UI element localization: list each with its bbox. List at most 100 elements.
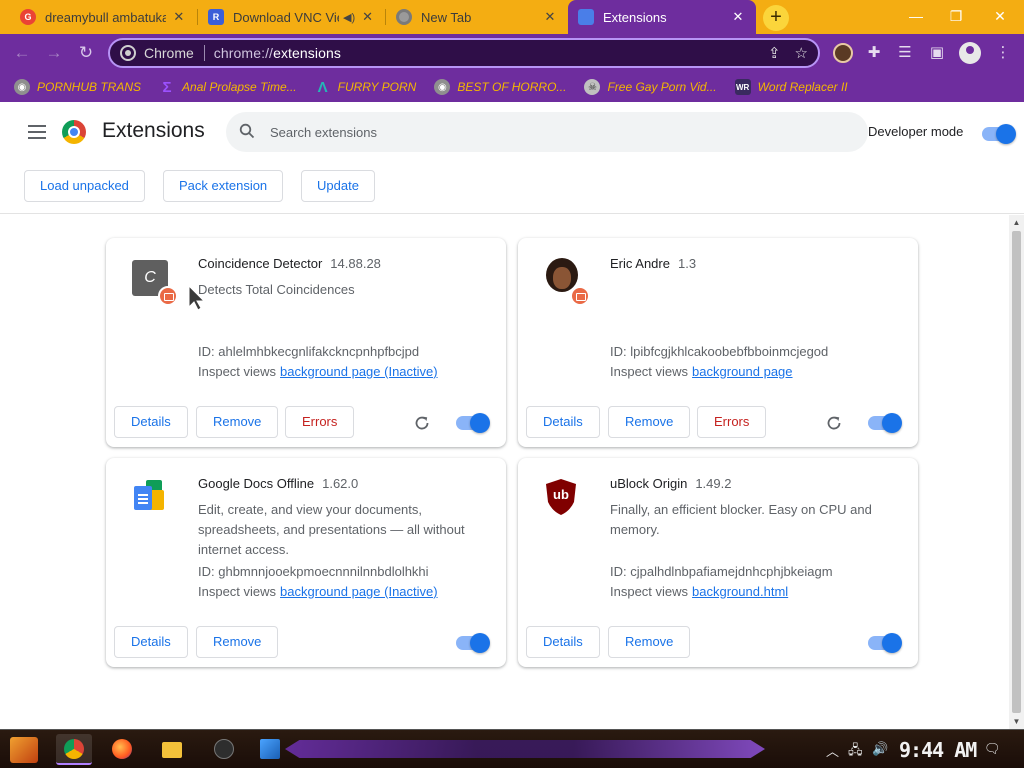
- load-unpacked-button[interactable]: Load unpacked: [24, 170, 145, 202]
- inspect-link[interactable]: background.html: [692, 584, 788, 599]
- forward-icon[interactable]: →: [42, 41, 66, 65]
- close-tab-icon[interactable]: ✕: [172, 9, 186, 25]
- close-window-icon[interactable]: ✕: [990, 6, 1010, 26]
- details-button[interactable]: Details: [114, 626, 188, 658]
- notification-icon[interactable]: 🗨: [984, 741, 1001, 757]
- extension-avatar-icon[interactable]: [833, 43, 853, 63]
- reload-extension-icon[interactable]: [825, 414, 843, 432]
- bookmark-label: PORNHUB TRANS: [37, 80, 142, 94]
- extension-icon-wrap: [544, 258, 590, 306]
- hamburger-menu-icon[interactable]: [28, 125, 46, 139]
- reading-list-icon[interactable]: ☰: [895, 43, 915, 63]
- scroll-thumb[interactable]: [1012, 231, 1021, 713]
- pack-extension-button[interactable]: Pack extension: [163, 170, 284, 202]
- remove-button[interactable]: Remove: [196, 626, 279, 658]
- new-tab-button[interactable]: +: [763, 5, 789, 31]
- audio-playing-icon[interactable]: ◀): [343, 11, 355, 24]
- details-button[interactable]: Details: [114, 406, 188, 438]
- tab-download-vnc[interactable]: R Download VNC Viewer ◀) ✕: [198, 0, 384, 34]
- remove-button[interactable]: Remove: [608, 406, 691, 438]
- extension-id: ID: cjpalhdlnbpafiamejdnhcphjbkeiagm: [610, 564, 833, 579]
- bookmark-item[interactable]: ☠ Free Gay Porn Vid...: [584, 79, 717, 95]
- developer-mode-toggle[interactable]: [982, 124, 1016, 144]
- extensions-header: Extensions Developer mode Load unpacked …: [0, 102, 1024, 214]
- taskbar-app[interactable]: [206, 734, 242, 765]
- details-button[interactable]: Details: [526, 626, 600, 658]
- enable-toggle[interactable]: [456, 633, 490, 653]
- taskbar-clock[interactable]: 9:44 AM: [899, 738, 977, 762]
- errors-button[interactable]: Errors: [285, 406, 355, 438]
- bookmark-label: BEST OF HORRO...: [457, 80, 567, 94]
- remove-button[interactable]: Remove: [196, 406, 279, 438]
- site-chip: Chrome: [144, 45, 194, 61]
- reload-icon[interactable]: ↻: [74, 41, 98, 65]
- minimize-icon[interactable]: —: [906, 6, 926, 26]
- tab-dreamybull[interactable]: G dreamybull ambatukam ✕: [10, 0, 196, 34]
- menu-kebab-icon[interactable]: ⋮: [993, 43, 1013, 63]
- enable-toggle[interactable]: [868, 413, 902, 433]
- tab-extensions[interactable]: Extensions ✕: [568, 0, 756, 34]
- extension-version: 14.88.28: [330, 256, 381, 271]
- tab-title: Download VNC Viewer: [233, 9, 339, 25]
- taskbar-firefox[interactable]: [104, 734, 140, 765]
- docs-lines: [138, 494, 148, 496]
- vertical-scrollbar[interactable]: ▲ ▼: [1009, 215, 1024, 729]
- extension-card-coincidence-detector: C Coincidence Detector 14.88.28 Detects T…: [106, 238, 506, 447]
- reload-extension-icon[interactable]: [413, 414, 431, 432]
- profile-avatar-icon[interactable]: [959, 42, 981, 64]
- globe-icon: ◉: [14, 79, 30, 95]
- taskbar-file-explorer[interactable]: [154, 734, 190, 765]
- close-tab-icon[interactable]: ✕: [542, 9, 558, 25]
- extension-name: Eric Andre 1.3: [610, 256, 696, 271]
- details-button[interactable]: Details: [526, 406, 600, 438]
- taskbar-network-app[interactable]: [252, 734, 288, 765]
- tray-chevron-icon[interactable]: ︿: [826, 741, 839, 760]
- enable-toggle[interactable]: [868, 633, 902, 653]
- update-button[interactable]: Update: [301, 170, 375, 202]
- close-tab-icon[interactable]: ✕: [730, 9, 746, 25]
- close-tab-icon[interactable]: ✕: [361, 9, 374, 25]
- id-value: ghbmnnjooekpmoecnnnilnnbdlolhkhi: [218, 564, 429, 579]
- bookmark-item[interactable]: WR Word Replacer II: [734, 79, 848, 95]
- remove-button[interactable]: Remove: [608, 626, 691, 658]
- extensions-puzzle-icon[interactable]: ✚: [864, 43, 884, 63]
- inspect-link[interactable]: background page: [692, 364, 792, 379]
- unpacked-badge-icon: [158, 286, 178, 306]
- tab-new-tab[interactable]: New Tab ✕: [386, 0, 568, 34]
- restore-icon[interactable]: ❐: [946, 6, 966, 26]
- extension-title: Coincidence Detector: [198, 256, 323, 271]
- bookmark-item[interactable]: Λ FURRY PORN: [315, 79, 417, 96]
- scroll-down-arrow-icon[interactable]: ▼: [1009, 714, 1024, 729]
- bookmark-star-icon[interactable]: ☆: [795, 44, 808, 62]
- extensions-list: C Coincidence Detector 14.88.28 Detects T…: [0, 215, 1009, 729]
- puzzle-icon: [578, 9, 594, 25]
- inspect-link[interactable]: background page (Inactive): [280, 584, 438, 599]
- volume-icon[interactable]: 🔊: [872, 741, 888, 757]
- errors-button[interactable]: Errors: [697, 406, 767, 438]
- bookmark-item[interactable]: Σ Anal Prolapse Time...: [159, 79, 297, 96]
- share-icon[interactable]: ⇪: [768, 44, 781, 62]
- extension-title: uBlock Origin: [610, 476, 688, 491]
- extension-description: Finally, an efficient blocker. Easy on C…: [610, 502, 872, 537]
- taskbar-chrome[interactable]: [56, 734, 92, 765]
- inspect-views-label: Inspect views: [610, 584, 689, 599]
- side-panel-icon[interactable]: ▣: [927, 43, 947, 63]
- search-box[interactable]: [226, 112, 868, 152]
- network-icon[interactable]: 🖧: [848, 741, 863, 763]
- extension-id: ID: ahlelmhbkecgnlifakckncpnhpfbcjpd: [198, 344, 419, 359]
- inspect-link[interactable]: background page (Inactive): [280, 364, 438, 379]
- start-menu-icon[interactable]: [10, 737, 38, 763]
- enable-toggle[interactable]: [456, 413, 490, 433]
- bookmark-item[interactable]: ◉ PORNHUB TRANS: [14, 79, 141, 95]
- extension-id: ID: ghbmnnjooekpmoecnnnilnnbdlolhkhi: [198, 564, 429, 579]
- url-text[interactable]: chrome://extensions: [214, 45, 341, 61]
- scroll-up-arrow-icon[interactable]: ▲: [1009, 215, 1024, 230]
- id-prefix: ID:: [610, 344, 631, 359]
- bookmark-label: Free Gay Porn Vid...: [607, 80, 717, 94]
- extension-version: 1.62.0: [322, 476, 359, 491]
- back-icon[interactable]: ←: [10, 41, 34, 65]
- address-bar[interactable]: Chrome chrome://extensions ⇪ ☆: [108, 38, 820, 68]
- extension-card-eric-andre: Eric Andre 1.3 ID: lpibfcgjkhlcakoobebfbb…: [518, 238, 918, 447]
- bookmark-item[interactable]: ◉ BEST OF HORRO...: [434, 79, 566, 95]
- search-input[interactable]: [270, 120, 850, 144]
